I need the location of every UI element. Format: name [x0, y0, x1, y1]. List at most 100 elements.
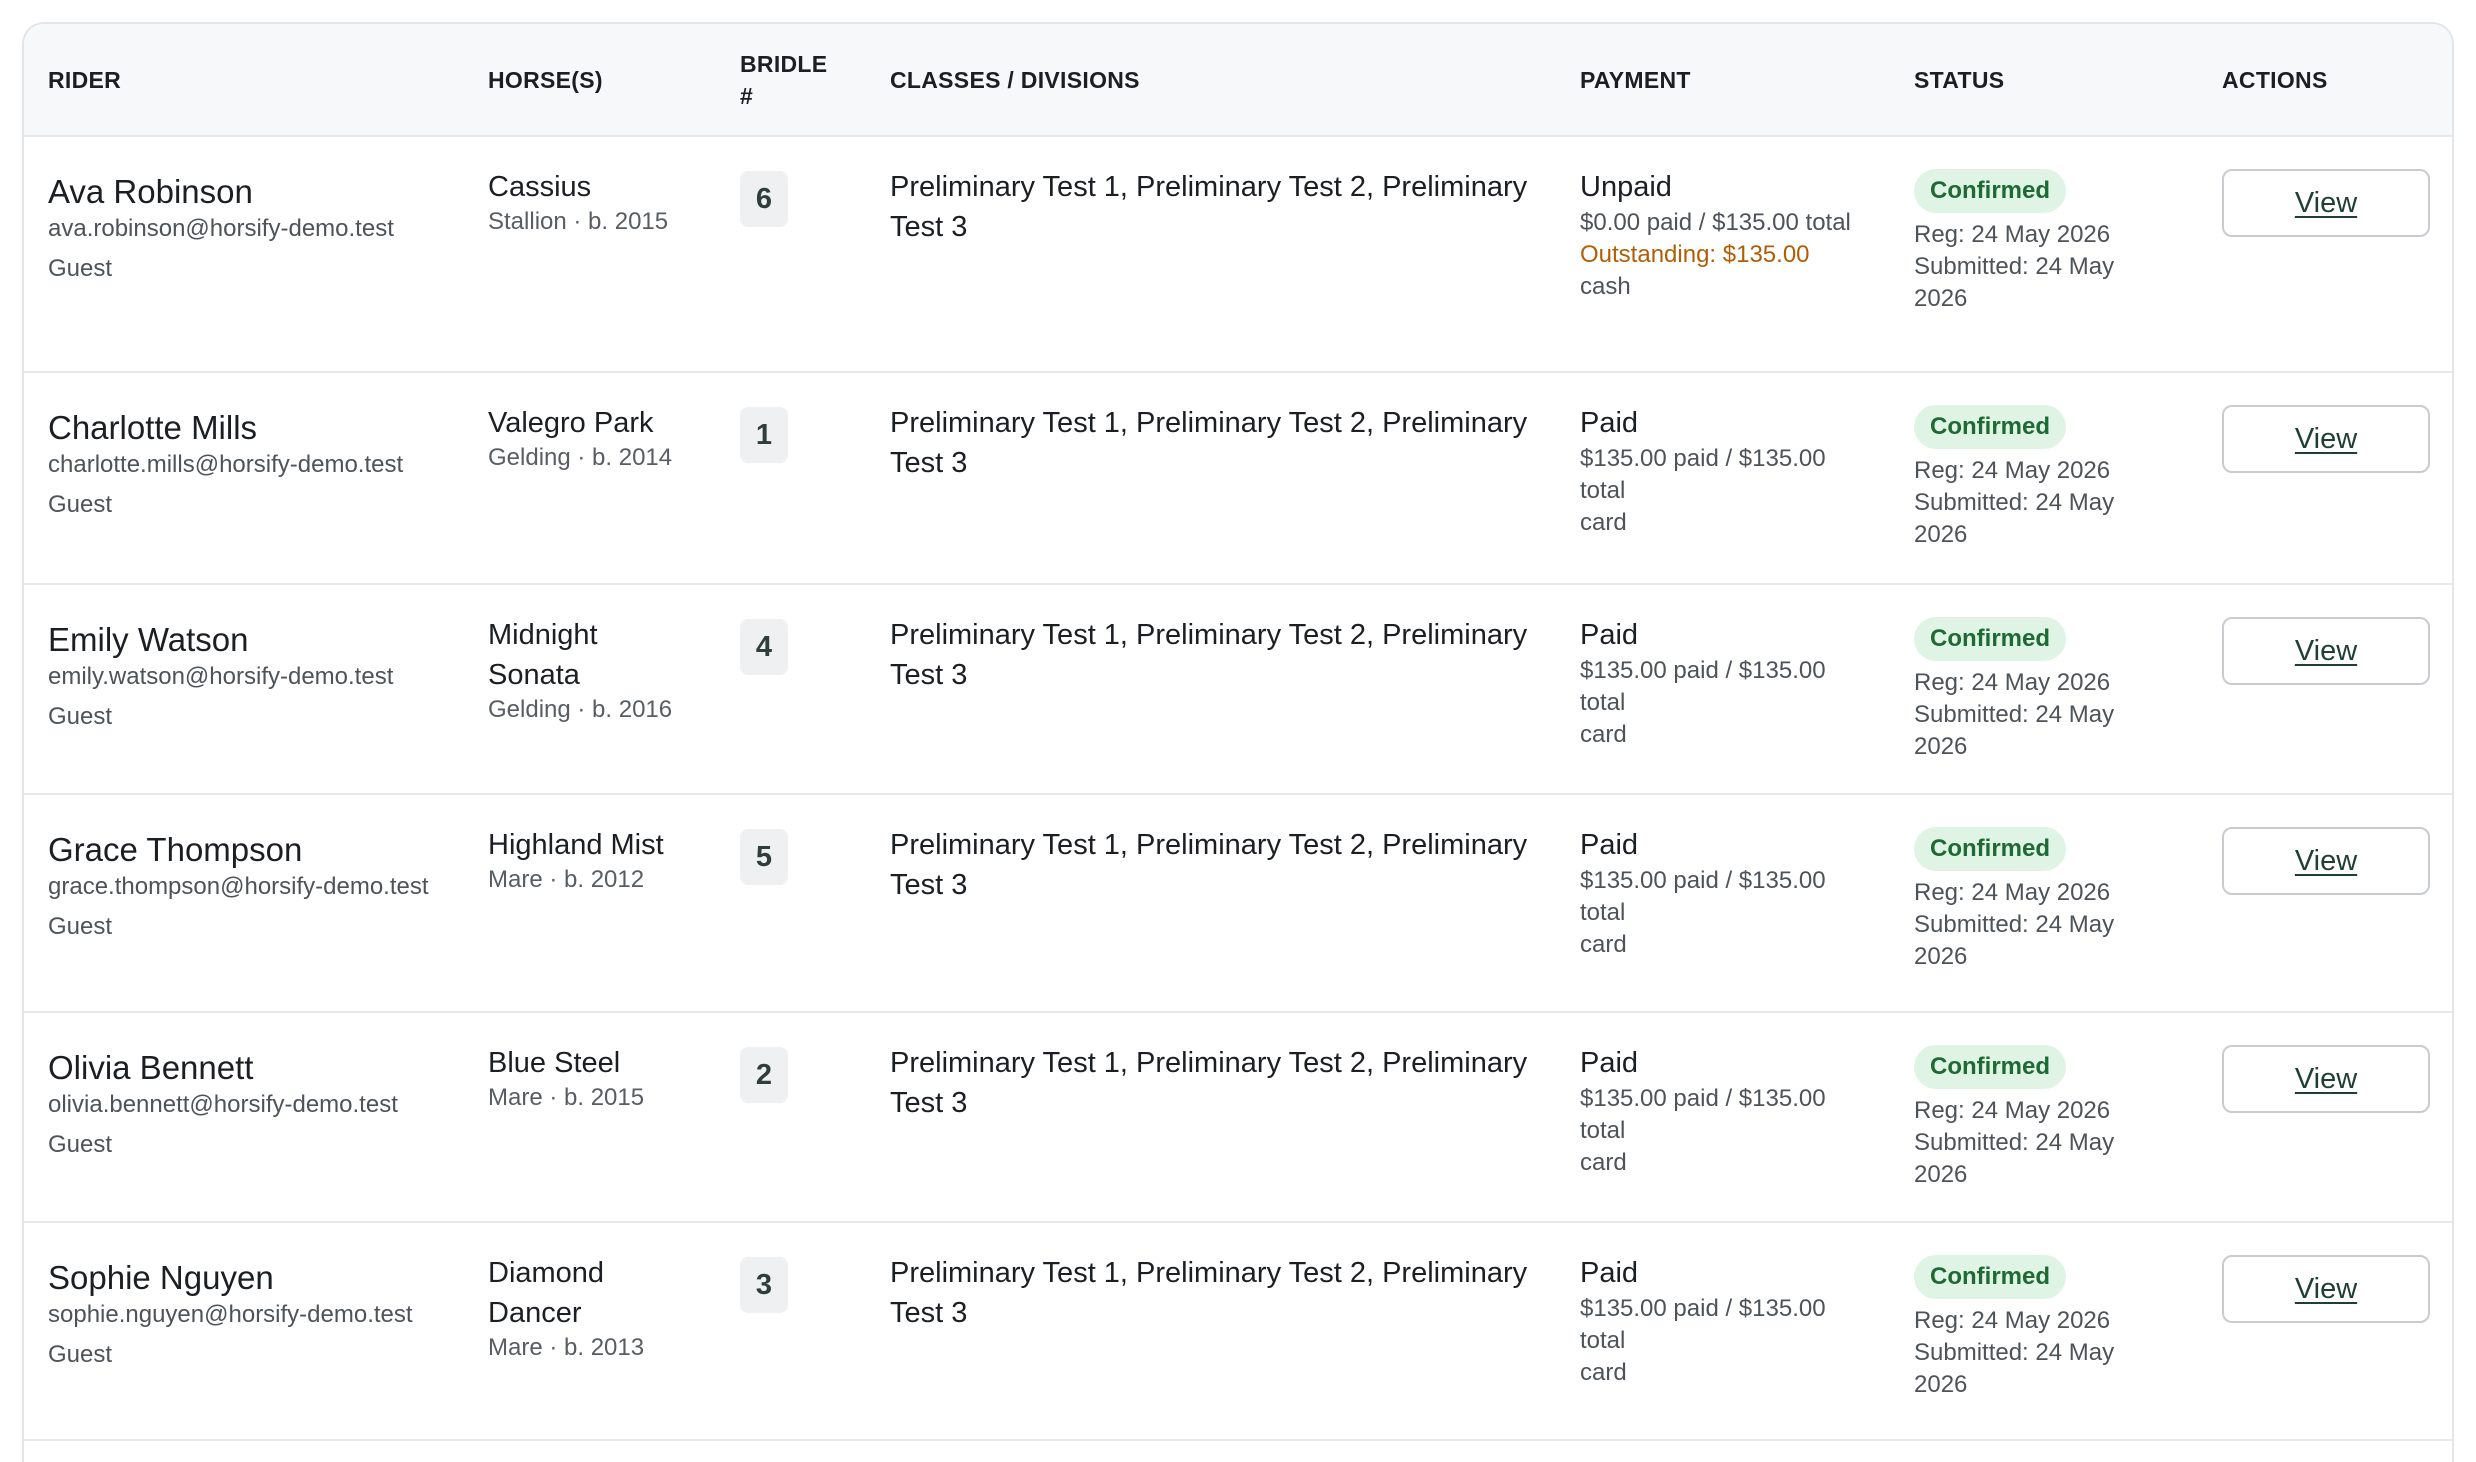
registrations-table: RIDER HORSE(S) BRIDLE # CLASSES / DIVISI…: [24, 24, 2452, 1462]
horse-name: Valegro Park: [488, 407, 654, 439]
bridle-cell: 2: [716, 1011, 866, 1222]
horse-name: Cassius: [488, 171, 592, 203]
view-button[interactable]: View: [2222, 169, 2430, 237]
registration-date: Reg: 24 May 2026: [1914, 1097, 2111, 1124]
payment-status: Paid: [1580, 619, 1639, 651]
actions-cell: View: [2198, 371, 2452, 584]
view-button[interactable]: View: [2222, 405, 2430, 473]
rider-email: olivia.bennett@horsify-demo.test: [48, 1091, 398, 1118]
rider-name: Ava Robinson: [48, 173, 253, 210]
payment-method: card: [1580, 509, 1627, 536]
payment-amount: $135.00 paid / $135.00 total: [1580, 657, 1826, 716]
classes-cell: Preliminary Test 1, Preliminary Test 2, …: [866, 1011, 1556, 1222]
table-row: Ava Robinson ava.robinson@horsify-demo.t…: [24, 135, 2452, 372]
table-header-row: RIDER HORSE(S) BRIDLE # CLASSES / DIVISI…: [24, 24, 2452, 136]
status-cell: Confirmed Reg: 24 May 2026 Submitted: 24…: [1890, 1011, 2198, 1222]
rider-type: Guest: [48, 255, 113, 282]
view-button[interactable]: View: [2222, 1045, 2430, 1113]
payment-status: Paid: [1580, 829, 1639, 861]
bridle-number-badge: 6: [740, 171, 788, 227]
registration-date: Reg: 24 May 2026: [1914, 457, 2111, 484]
payment-cell: Paid $135.00 paid / $135.00 total card: [1556, 793, 1890, 1012]
actions-cell: View: [2198, 1221, 2452, 1440]
status-badge: Confirmed: [1914, 169, 2066, 213]
payment-method: card: [1580, 1149, 1627, 1176]
payment-status: Unpaid: [1580, 171, 1672, 203]
registration-date: Reg: 24 May 2026: [1914, 669, 2111, 696]
actions-cell: View: [2198, 1011, 2452, 1222]
payment-cell: Unpaid $0.00 paid / $135.00 total Outsta…: [1556, 135, 1890, 372]
table-row: Charlotte Mills charlotte.mills@horsify-…: [24, 371, 2452, 584]
registration-date: Reg: 24 May 2026: [1914, 1307, 2111, 1334]
next-row-edge: [24, 1439, 2452, 1462]
rider-type: Guest: [48, 491, 113, 518]
bridle-cell: 6: [716, 135, 866, 372]
bridle-number-badge: 3: [740, 1257, 788, 1313]
rider-type: Guest: [48, 913, 113, 940]
rider-type: Guest: [48, 1131, 113, 1158]
rider-cell: Grace Thompson grace.thompson@horsify-de…: [24, 793, 464, 1012]
table-row-partial: [24, 1439, 2452, 1462]
classes-list: Preliminary Test 1, Preliminary Test 2, …: [890, 619, 1528, 691]
table-row: Olivia Bennett olivia.bennett@horsify-de…: [24, 1011, 2452, 1222]
horse-name: Blue Steel: [488, 1047, 621, 1079]
column-header-rider: RIDER: [48, 66, 122, 93]
payment-amount: $135.00 paid / $135.00 total: [1580, 445, 1826, 504]
payment-amount: $135.00 paid / $135.00 total: [1580, 867, 1826, 926]
horse-cell: Highland Mist Mare · b. 2012: [464, 793, 716, 1012]
column-header-actions: ACTIONS: [2222, 66, 2328, 93]
rider-cell: Olivia Bennett olivia.bennett@horsify-de…: [24, 1011, 464, 1222]
bridle-cell: 3: [716, 1221, 866, 1440]
bridle-number-badge: 5: [740, 829, 788, 885]
classes-cell: Preliminary Test 1, Preliminary Test 2, …: [866, 135, 1556, 372]
payment-method: card: [1580, 1359, 1627, 1386]
payment-cell: Paid $135.00 paid / $135.00 total card: [1556, 1221, 1890, 1440]
horse-name: Midnight Sonata: [488, 619, 598, 691]
payment-method: card: [1580, 721, 1627, 748]
status-badge: Confirmed: [1914, 827, 2066, 871]
column-header-bridle: BRIDLE #: [740, 50, 828, 109]
view-button[interactable]: View: [2222, 827, 2430, 895]
table-row: Emily Watson emily.watson@horsify-demo.t…: [24, 583, 2452, 794]
bridle-cell: 4: [716, 583, 866, 794]
rider-cell: Charlotte Mills charlotte.mills@horsify-…: [24, 371, 464, 584]
horse-meta: Stallion · b. 2015: [488, 208, 669, 235]
table-row: Grace Thompson grace.thompson@horsify-de…: [24, 793, 2452, 1012]
payment-amount: $0.00 paid / $135.00 total: [1580, 209, 1851, 236]
status-cell: Confirmed Reg: 24 May 2026 Submitted: 24…: [1890, 793, 2198, 1012]
classes-cell: Preliminary Test 1, Preliminary Test 2, …: [866, 583, 1556, 794]
rider-email: ava.robinson@horsify-demo.test: [48, 215, 394, 242]
view-button[interactable]: View: [2222, 1255, 2430, 1323]
rider-name: Charlotte Mills: [48, 409, 258, 446]
payment-outstanding: Outstanding: $135.00: [1580, 241, 1810, 268]
bridle-cell: 1: [716, 371, 866, 584]
payment-cell: Paid $135.00 paid / $135.00 total card: [1556, 583, 1890, 794]
table-body: Ava Robinson ava.robinson@horsify-demo.t…: [24, 135, 2452, 1462]
rider-email: charlotte.mills@horsify-demo.test: [48, 451, 404, 478]
submitted-date: Submitted: 24 May 2026: [1914, 1339, 2115, 1398]
horse-meta: Gelding · b. 2016: [488, 696, 673, 723]
horse-name: Highland Mist: [488, 829, 664, 861]
payment-method: card: [1580, 931, 1627, 958]
column-header-status: STATUS: [1914, 66, 2005, 93]
rider-name: Sophie Nguyen: [48, 1259, 274, 1296]
status-cell: Confirmed Reg: 24 May 2026 Submitted: 24…: [1890, 371, 2198, 584]
rider-type: Guest: [48, 703, 113, 730]
classes-list: Preliminary Test 1, Preliminary Test 2, …: [890, 829, 1528, 901]
bridle-number-badge: 1: [740, 407, 788, 463]
view-button[interactable]: View: [2222, 617, 2430, 685]
status-badge: Confirmed: [1914, 1045, 2066, 1089]
bridle-number-badge: 2: [740, 1047, 788, 1103]
registration-date: Reg: 24 May 2026: [1914, 879, 2111, 906]
status-cell: Confirmed Reg: 24 May 2026 Submitted: 24…: [1890, 583, 2198, 794]
rider-name: Olivia Bennett: [48, 1049, 254, 1086]
bridle-cell: 5: [716, 793, 866, 1012]
classes-list: Preliminary Test 1, Preliminary Test 2, …: [890, 1047, 1528, 1119]
status-cell: Confirmed Reg: 24 May 2026 Submitted: 24…: [1890, 1221, 2198, 1440]
payment-cell: Paid $135.00 paid / $135.00 total card: [1556, 1011, 1890, 1222]
status-badge: Confirmed: [1914, 617, 2066, 661]
payment-cell: Paid $135.00 paid / $135.00 total card: [1556, 371, 1890, 584]
submitted-date: Submitted: 24 May 2026: [1914, 911, 2115, 970]
table-header: RIDER HORSE(S) BRIDLE # CLASSES / DIVISI…: [24, 24, 2452, 136]
actions-cell: View: [2198, 583, 2452, 794]
